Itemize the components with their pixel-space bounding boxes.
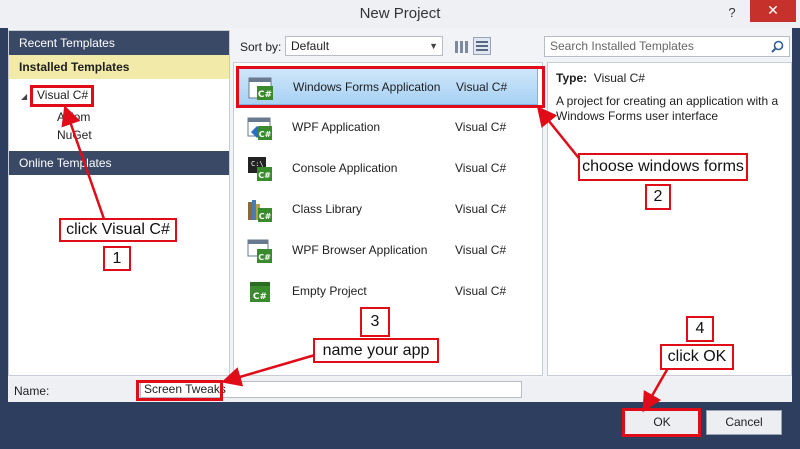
callout-step-2-number: 2 <box>645 184 671 210</box>
callout-step-3-text: name your app <box>313 338 439 363</box>
highlight-windows-forms <box>236 66 545 108</box>
arrow-step-3 <box>221 353 316 387</box>
callout-step-4-text: click OK <box>660 344 734 370</box>
callout-step-3-number: 3 <box>360 307 390 337</box>
arrow-step-4 <box>642 367 670 413</box>
callout-step-1-number: 1 <box>103 246 131 271</box>
arrow-step-2 <box>536 106 583 163</box>
highlight-visual-csharp <box>30 85 94 107</box>
highlight-name-input <box>136 380 223 401</box>
callout-step-4-number: 4 <box>686 316 714 342</box>
callout-step-1-text: click Visual C# <box>59 218 177 242</box>
highlight-ok-button <box>622 408 701 437</box>
arrow-step-1 <box>61 105 106 220</box>
callout-step-2-text: choose windows forms <box>578 153 748 181</box>
